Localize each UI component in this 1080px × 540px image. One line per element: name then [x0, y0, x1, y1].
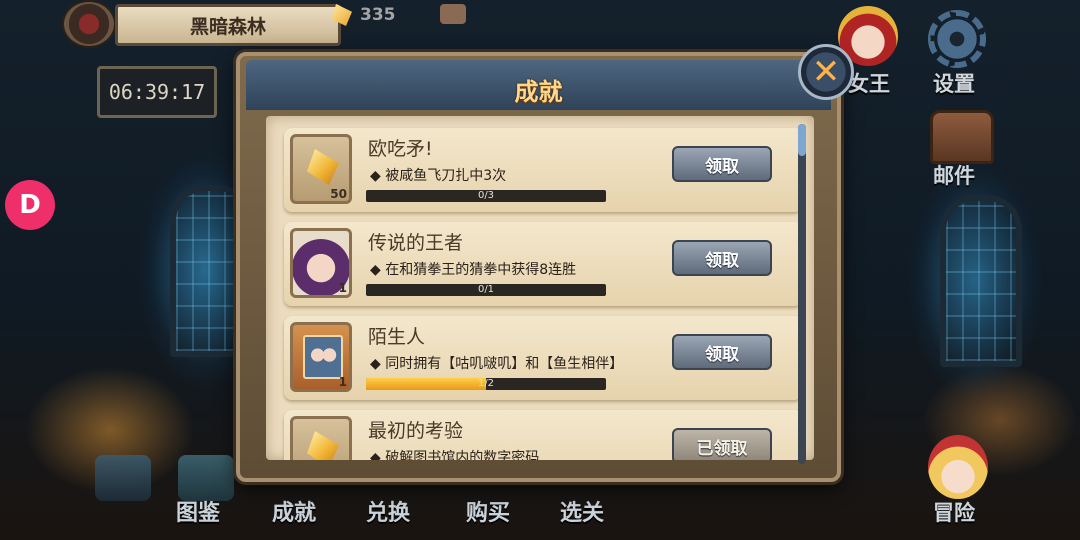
reward-thumb: 50 — [290, 134, 352, 204]
achievement-row: 1 传说的王者 ◆ 在和猜拳王的猜拳中获得8连胜 0/1 领取 — [284, 222, 802, 306]
achievement-desc: ◆ 破解图书馆内的数字密码 — [370, 450, 540, 460]
achievement-list[interactable]: 50 欧吃矛! ◆ 被咸鱼飞刀扎中3次 0/3 领取 1 传说的王者 ◆ 在和猜… — [266, 116, 814, 460]
claim-button[interactable]: 领取 — [672, 240, 772, 276]
character-portrait: 1 — [290, 228, 352, 298]
claim-button[interactable]: 领取 — [672, 334, 772, 370]
progress-text: 0/3 — [477, 190, 495, 201]
achievement-desc: ◆ 在和猜拳王的猜拳中获得8连胜 — [370, 262, 577, 278]
mail-label[interactable]: 邮件 — [933, 160, 975, 190]
achievement-title: 传说的王者 — [368, 232, 464, 254]
claim-button[interactable]: 领取 — [672, 146, 772, 182]
achievement-row: 50 欧吃矛! ◆ 被咸鱼飞刀扎中3次 0/3 领取 — [284, 128, 802, 212]
achievement-title: 最初的考验 — [368, 420, 464, 442]
list-scrollbar[interactable] — [798, 124, 806, 464]
close-button[interactable]: ✕ — [798, 44, 854, 100]
progress-bar: 0/1 — [366, 284, 606, 296]
location-name: 黑暗森林 — [115, 4, 341, 46]
progress-bar: 1/2 — [366, 378, 606, 390]
scrollbar-thumb[interactable] — [798, 124, 806, 156]
gem-icon — [307, 149, 339, 185]
nav-exchange[interactable]: 兑换 — [366, 495, 410, 527]
achievement-row: 最初的考验 ◆ 破解图书馆内的数字密码 已领取 — [284, 410, 802, 460]
reward-thumb — [290, 416, 352, 460]
codex-icon[interactable] — [95, 455, 151, 501]
camera-icon[interactable] — [440, 4, 466, 24]
nav-codex[interactable]: 图鉴 — [176, 495, 220, 527]
achievement-row: 1 陌生人 ◆ 同时拥有【咕叽啵叽】和【鱼生相伴】 1/2 领取 — [284, 316, 802, 400]
reward-count: 1 — [338, 281, 347, 295]
achievements-dialog: 成就 ✕ 50 欧吃矛! ◆ 被咸鱼飞刀扎中3次 0/3 领取 1 传说的王者 … — [236, 44, 854, 482]
gem-counter: 335 — [332, 4, 396, 26]
gem-icon — [307, 431, 339, 460]
gem-count: 335 — [360, 5, 396, 25]
app-overlay-badge[interactable]: D — [5, 180, 55, 230]
dialog-title: 成就 — [514, 78, 563, 106]
achievement-title: 欧吃矛! — [368, 138, 433, 160]
close-icon: ✕ — [811, 52, 841, 92]
action-card-icon — [303, 335, 343, 379]
heart-emblem-icon — [62, 0, 116, 48]
queen-label[interactable]: 女王 — [848, 68, 890, 98]
achievement-desc: ◆ 被咸鱼飞刀扎中3次 — [370, 168, 507, 184]
achievement-desc: ◆ 同时拥有【咕叽啵叽】和【鱼生相伴】 — [370, 356, 624, 372]
gear-icon[interactable] — [928, 10, 986, 68]
reward-count: 1 — [338, 375, 347, 389]
achievement-title: 陌生人 — [368, 326, 426, 348]
mail-chest-icon[interactable] — [930, 110, 994, 164]
reward-thumb: 1 — [290, 322, 352, 392]
claimed-button[interactable]: 已领取 — [672, 428, 772, 460]
progress-text: 1/2 — [477, 378, 495, 389]
location-banner: 黑暗森林 — [60, 0, 341, 48]
settings-label[interactable]: 设置 — [933, 68, 975, 98]
nav-level-select[interactable]: 选关 — [560, 495, 604, 527]
nav-purchase[interactable]: 购买 — [466, 495, 510, 527]
nav-achievements[interactable]: 成就 — [272, 495, 316, 527]
reward-count: 50 — [330, 187, 347, 201]
dialog-header: 成就 — [246, 60, 831, 110]
countdown-timer: 06:39:17 — [97, 66, 217, 118]
progress-bar: 0/3 — [366, 190, 606, 202]
gem-icon — [332, 4, 352, 26]
arched-window-right — [940, 195, 1022, 367]
progress-text: 0/1 — [477, 284, 495, 295]
